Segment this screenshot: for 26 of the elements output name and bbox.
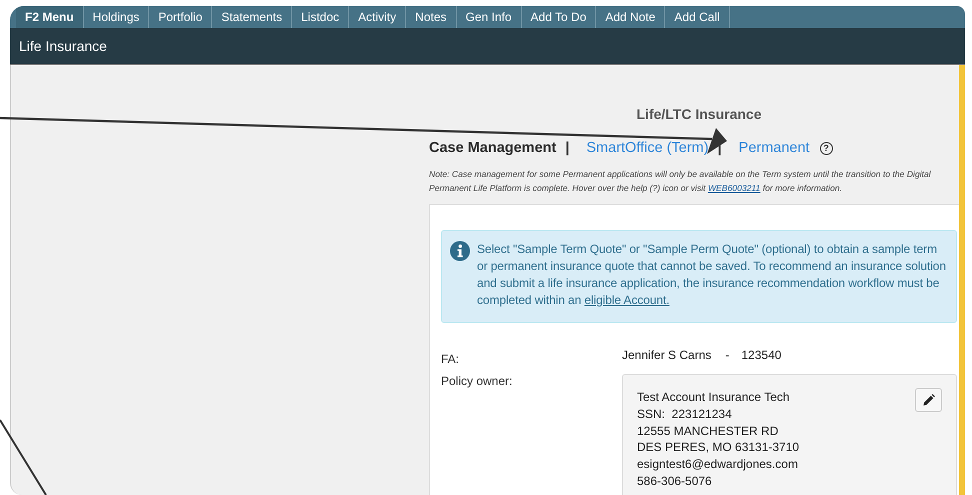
owner-detail: 12555 MANCHESTER RD xyxy=(637,422,778,440)
help-icon[interactable]: ? xyxy=(820,142,833,154)
dash-text: - xyxy=(725,348,730,364)
edit-button[interactable] xyxy=(915,388,942,412)
account-link[interactable]: eligible Account. xyxy=(584,293,670,307)
fa-label: FA: xyxy=(441,352,460,366)
fa-name: Jennifer S Carns xyxy=(622,348,712,364)
owner-detail: 586-306-5076 xyxy=(637,472,712,490)
alert-text: Select "Sample Term Quote" or "Sample Perm Quote" (optional) to obtain a sample term or permanent insurance quote that cannot be saved. To recommend an insurance solution and submit a life insurance application, the insurance recommendation workflow must be completed within an eligible Account. xyxy=(477,241,946,309)
owner-detail: esigntest6@edwardjones.com xyxy=(637,456,798,473)
nav-tab[interactable]: F2 Menu xyxy=(16,6,84,28)
pencil-icon xyxy=(922,394,934,406)
case-management-heading: Case Management xyxy=(429,140,556,156)
page-title: Life Insurance xyxy=(18,37,107,54)
fa-number: 123540 xyxy=(741,348,782,364)
separator: | xyxy=(565,140,570,156)
case-link[interactable]: Permanent xyxy=(738,140,810,156)
owner-detail: Test Account Insurance Tech xyxy=(637,389,790,406)
policy-owner-label: Policy owner: xyxy=(441,374,514,390)
info-icon xyxy=(450,241,470,261)
note-text: Note: Case management for some Permanent applications will only be available on the Term system until the transition to the Digital Permanent Life Platform is complete. Hover over the help (?) icon or visit WEB6003211 for more information. xyxy=(429,168,932,195)
owner-detail: SSN: 223121234 xyxy=(637,406,732,423)
owner-detail: DES PERES, MO 63131-3710 xyxy=(637,439,800,456)
section-title: Life/LTC Insurance xyxy=(636,106,762,122)
web-link[interactable]: WEB6003211 xyxy=(708,182,760,192)
case-link[interactable]: SmartOffice (Term) xyxy=(586,140,709,156)
